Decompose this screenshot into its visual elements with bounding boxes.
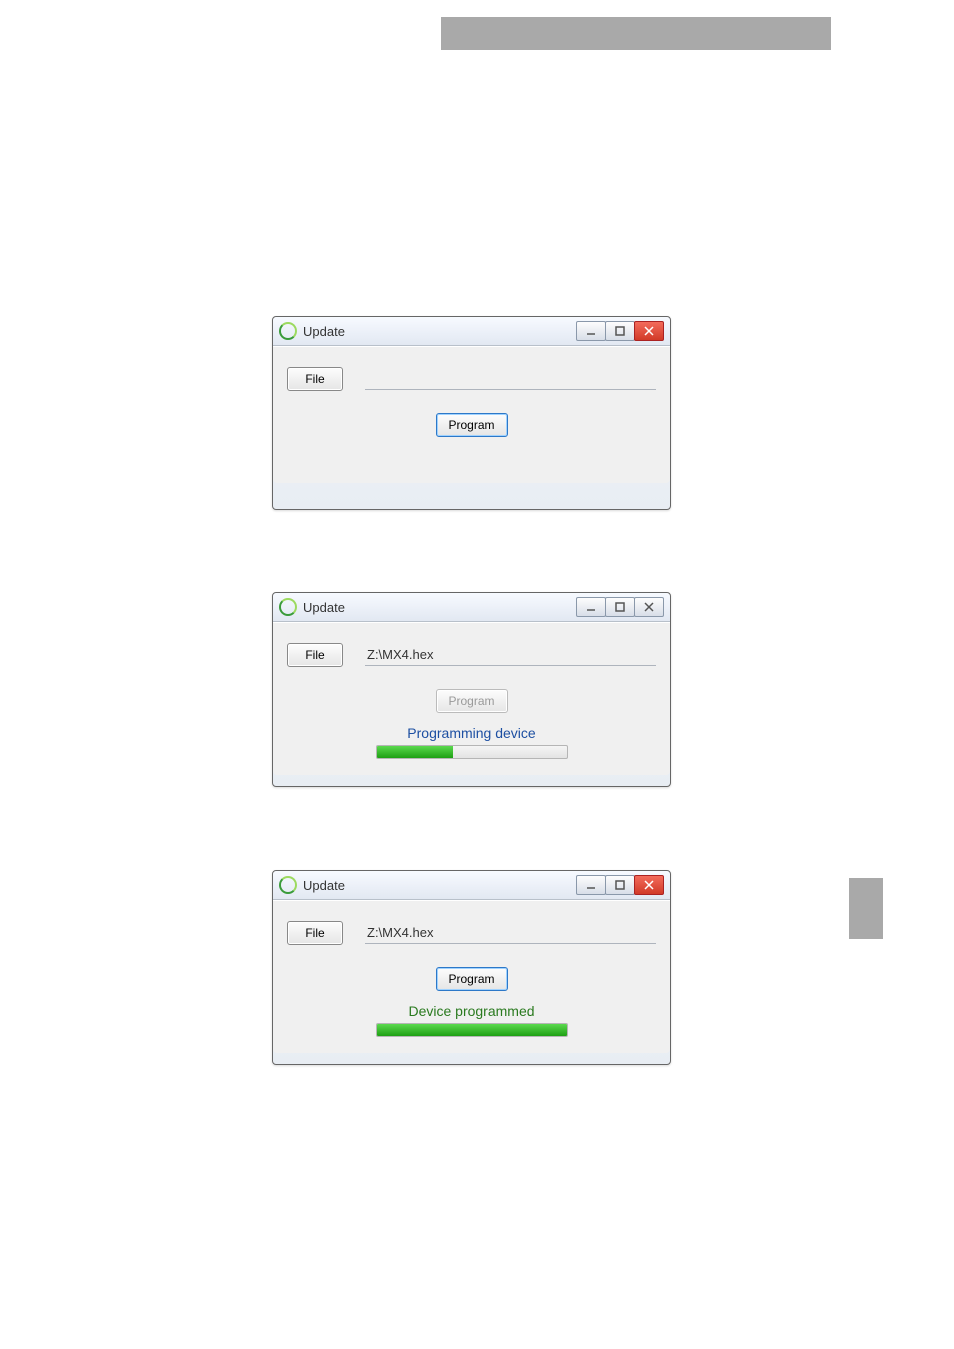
header-grey-bar [441, 17, 831, 50]
titlebar[interactable]: Update [273, 317, 670, 346]
file-path-input[interactable] [365, 369, 656, 390]
window-title: Update [303, 878, 345, 893]
minimize-button[interactable] [576, 875, 606, 895]
status-text: Device programmed [287, 1003, 656, 1019]
titlebar[interactable]: Update [273, 593, 670, 622]
refresh-icon [279, 876, 297, 894]
maximize-button[interactable] [605, 597, 635, 617]
program-button: Program [436, 689, 508, 713]
refresh-icon [279, 322, 297, 340]
maximize-button[interactable] [605, 321, 635, 341]
close-button[interactable] [634, 875, 664, 895]
file-path-input[interactable] [365, 923, 656, 944]
progress-bar [376, 1023, 568, 1037]
update-window-progress: Update File Program Programming device [272, 592, 671, 787]
window-title: Update [303, 324, 345, 339]
status-text: Programming device [287, 725, 656, 741]
maximize-button[interactable] [605, 875, 635, 895]
program-button[interactable]: Program [436, 413, 508, 437]
file-button[interactable]: File [287, 367, 343, 391]
file-path-input[interactable] [365, 645, 656, 666]
titlebar[interactable]: Update [273, 871, 670, 900]
file-button[interactable]: File [287, 643, 343, 667]
update-window-done: Update File Program Device programmed [272, 870, 671, 1065]
update-window-initial: Update File Program [272, 316, 671, 510]
close-button[interactable] [634, 321, 664, 341]
refresh-icon [279, 598, 297, 616]
minimize-button[interactable] [576, 321, 606, 341]
side-grey-bar [849, 878, 883, 939]
program-button[interactable]: Program [436, 967, 508, 991]
window-title: Update [303, 600, 345, 615]
minimize-button[interactable] [576, 597, 606, 617]
progress-bar [376, 745, 568, 759]
close-button[interactable] [634, 597, 664, 617]
file-button[interactable]: File [287, 921, 343, 945]
